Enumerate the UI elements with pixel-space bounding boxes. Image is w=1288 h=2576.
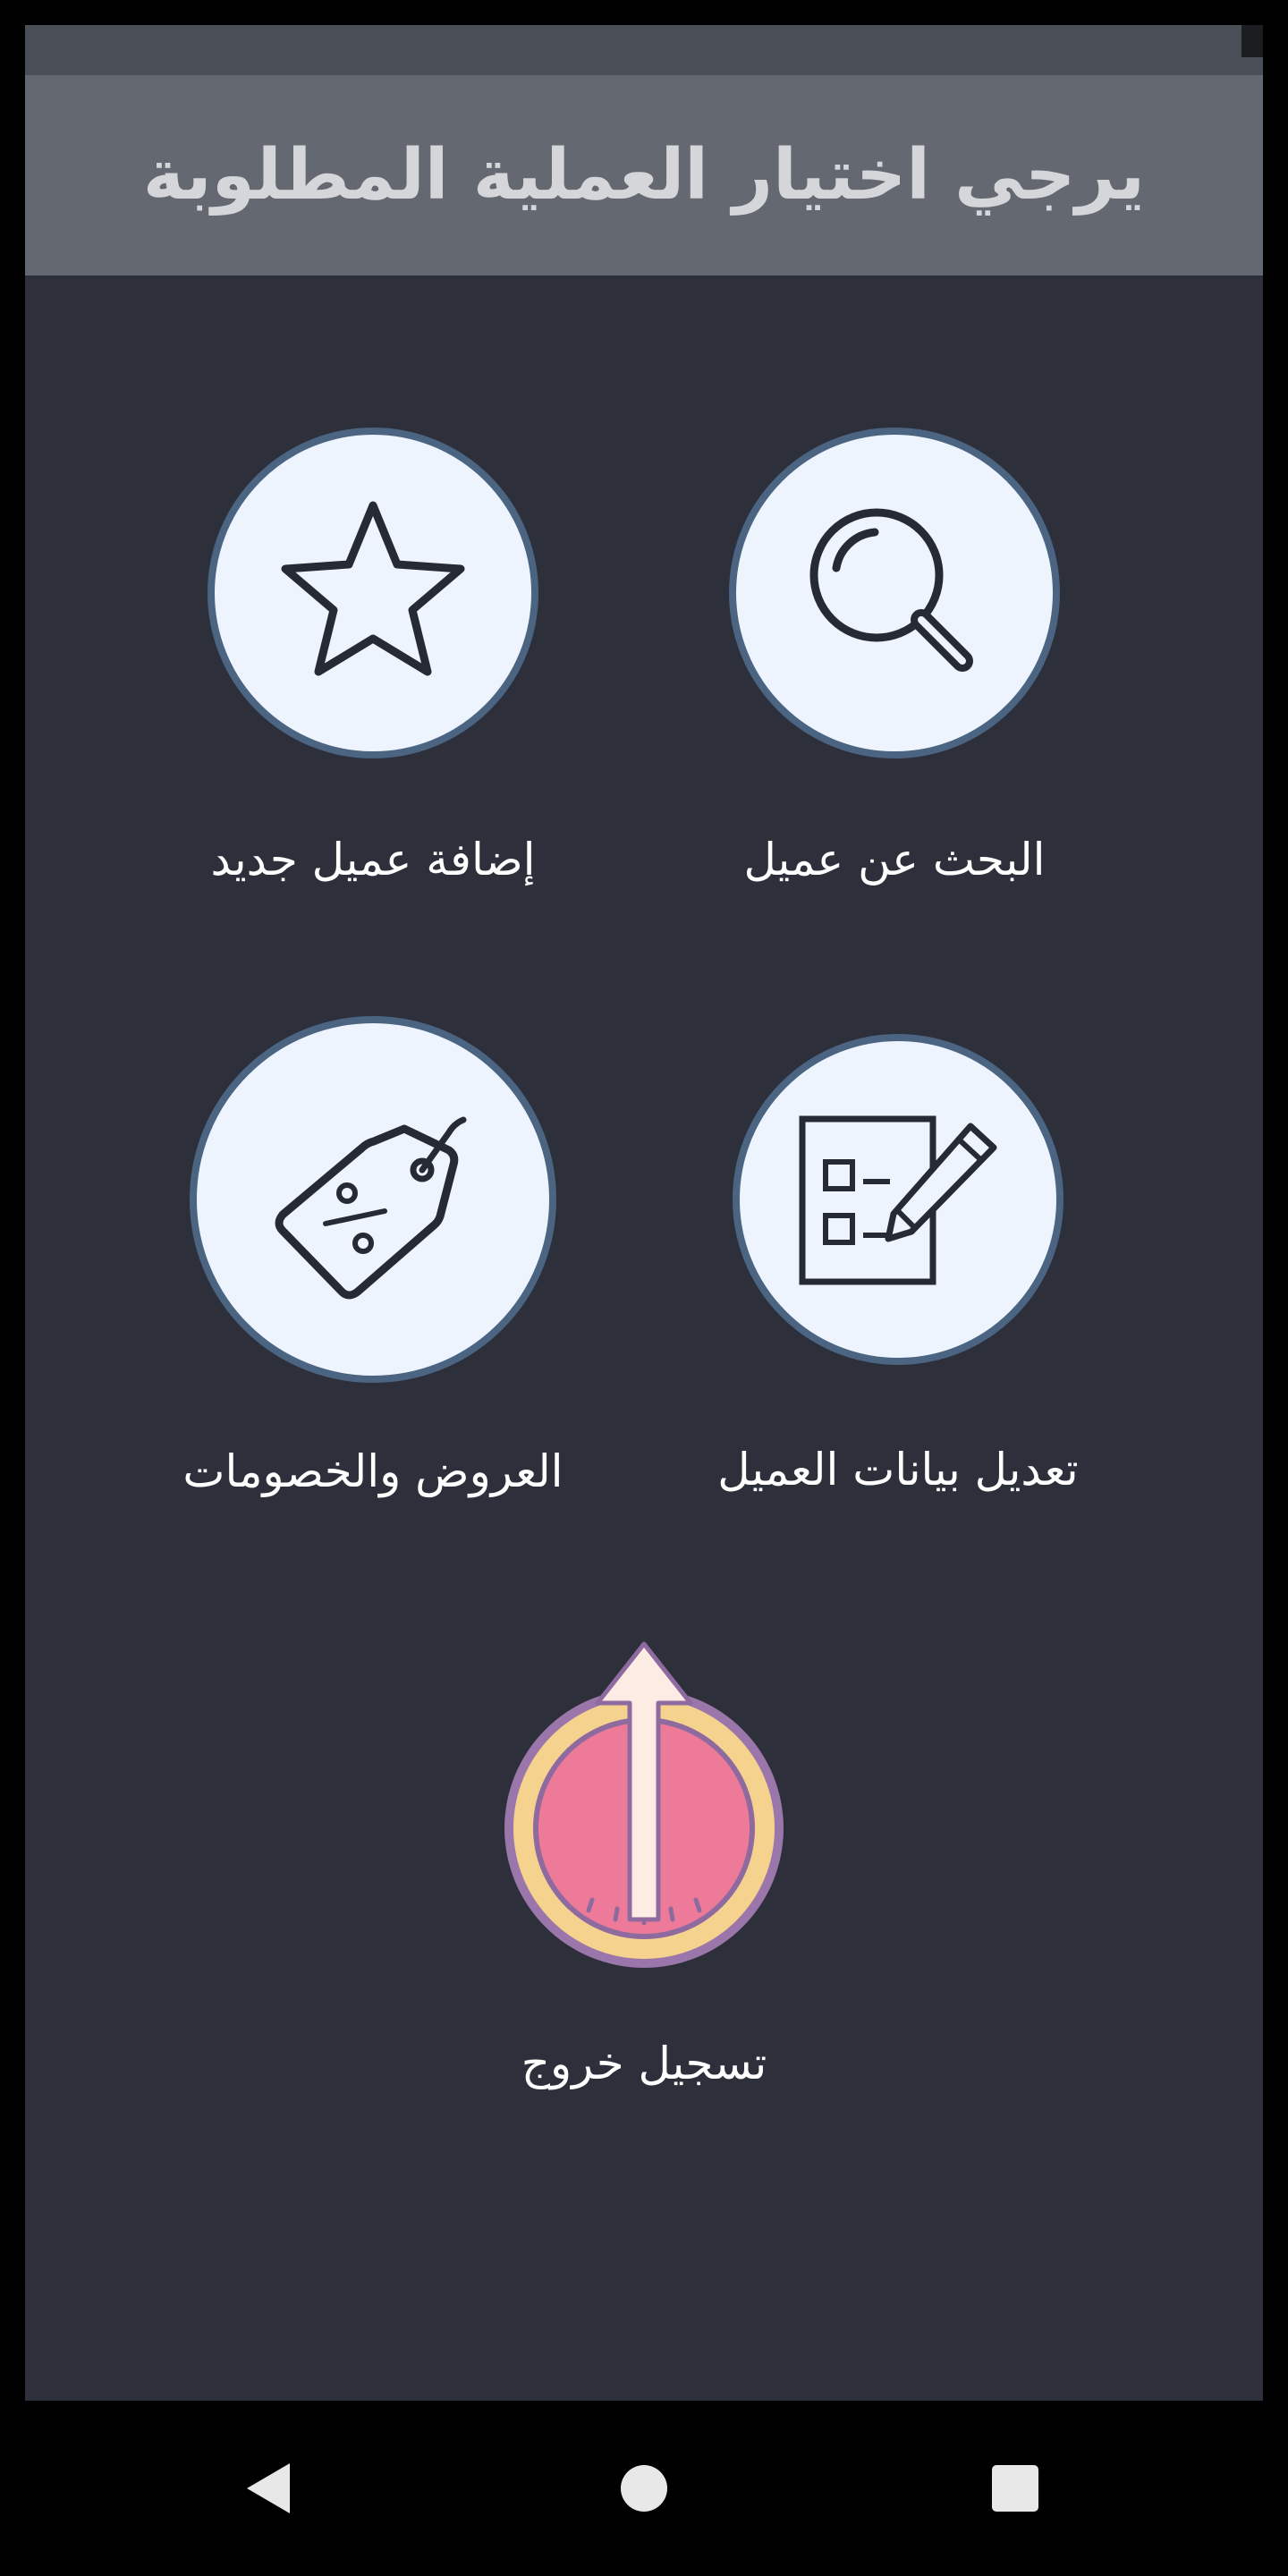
status-indicator bbox=[1241, 25, 1263, 57]
offers-label: العروض والخصومات bbox=[182, 1445, 564, 1497]
navigation-bar bbox=[0, 2401, 1288, 2576]
search-customer-button[interactable]: البحث عن عميل bbox=[724, 428, 1064, 886]
status-bar bbox=[25, 25, 1263, 75]
offers-circle[interactable] bbox=[190, 1016, 556, 1383]
edit-customer-circle[interactable] bbox=[733, 1034, 1063, 1365]
home-icon bbox=[621, 2465, 667, 2512]
page-title: يرجي اختيار العملية المطلوبة bbox=[142, 135, 1146, 216]
home-button[interactable] bbox=[590, 2401, 698, 2576]
logout-button[interactable]: تسجيل خروج bbox=[474, 1639, 814, 2089]
phone-screen: يرجي اختيار العملية المطلوبة البحث عن عم… bbox=[0, 0, 1288, 2576]
logout-label: تسجيل خروج bbox=[521, 2038, 767, 2089]
star-icon bbox=[281, 501, 465, 676]
search-circle[interactable] bbox=[729, 428, 1060, 758]
power-icon[interactable] bbox=[492, 1639, 796, 1970]
search-icon bbox=[809, 508, 973, 672]
search-customer-label: البحث عن عميل bbox=[743, 834, 1046, 886]
back-icon bbox=[247, 2463, 290, 2513]
back-button[interactable] bbox=[215, 2401, 322, 2576]
offers-button[interactable]: العروض والخصومات bbox=[181, 1016, 565, 1497]
add-customer-button[interactable]: إضافة عميل جديد bbox=[203, 428, 543, 886]
discount-tag-icon bbox=[275, 1116, 467, 1300]
add-customer-label: إضافة عميل جديد bbox=[210, 834, 536, 886]
recents-icon bbox=[992, 2465, 1038, 2512]
edit-customer-label: تعديل بيانات العميل bbox=[717, 1444, 1079, 1496]
add-customer-circle[interactable] bbox=[208, 428, 538, 758]
app-header: يرجي اختيار العملية المطلوبة bbox=[25, 75, 1263, 275]
recents-button[interactable] bbox=[962, 2401, 1069, 2576]
edit-customer-button[interactable]: تعديل بيانات العميل bbox=[701, 1034, 1095, 1496]
edit-form-icon bbox=[799, 1115, 997, 1285]
app-content: يرجي اختيار العملية المطلوبة البحث عن عم… bbox=[25, 75, 1263, 2401]
